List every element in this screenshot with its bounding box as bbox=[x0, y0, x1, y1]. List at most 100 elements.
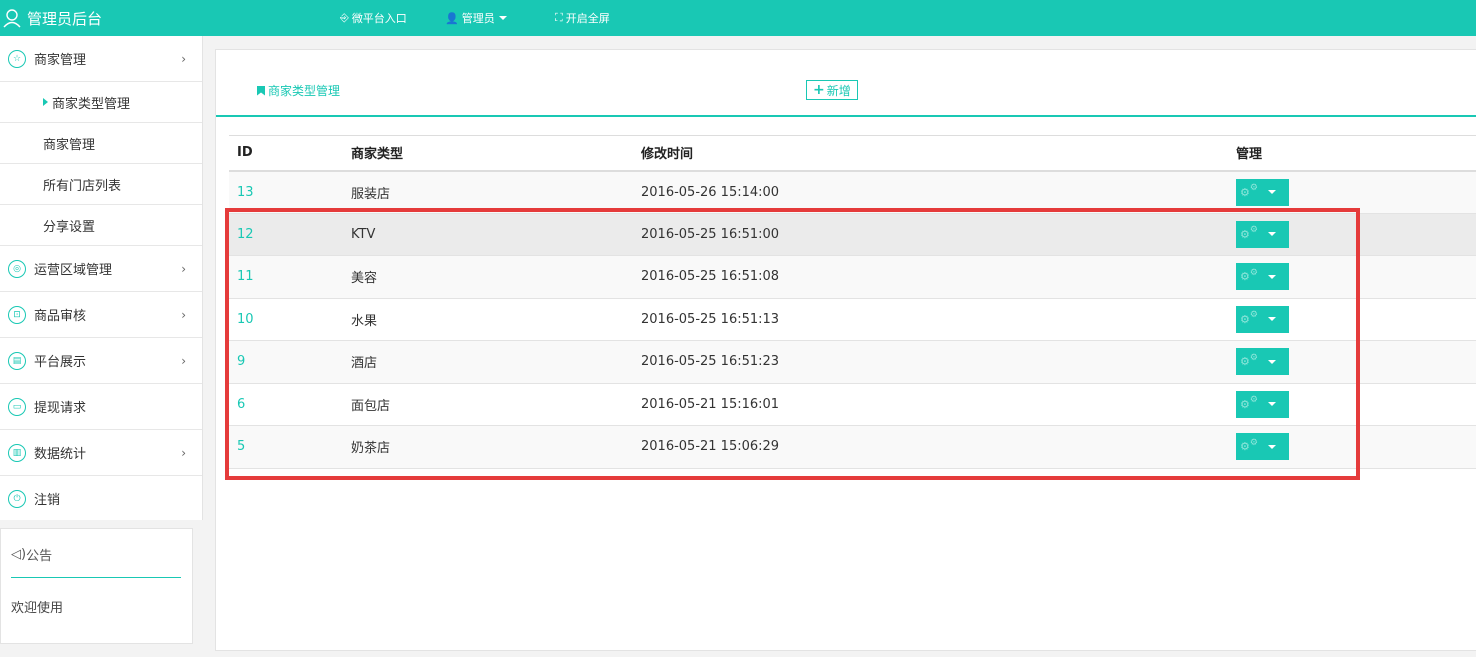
row-id[interactable]: 9 bbox=[229, 340, 343, 384]
sidebar-subitem-label: 分享设置 bbox=[43, 219, 96, 235]
sidebar-item-platform-display[interactable]: ▤ 平台展示 › bbox=[0, 338, 202, 384]
sidebar-subitem-merchants[interactable]: 商家管理 bbox=[0, 123, 202, 164]
row-manage-cell: ⚙ ⚙ bbox=[1228, 170, 1476, 214]
notice-title: 公告 bbox=[26, 549, 53, 564]
merchant-type-table: ID 商家类型 修改时间 管理 13 服装店 2016-05-26 15:14:00… bbox=[229, 135, 1476, 469]
platform-entry-link[interactable]: ⎆ 微平台入口 bbox=[340, 0, 407, 36]
notice-panel: ◁) 公告 欢迎使用 bbox=[0, 520, 203, 657]
sidebar-subitem-share-settings[interactable]: 分享设置 bbox=[0, 205, 202, 246]
sidebar-subitem-merchant-types[interactable]: 商家类型管理 bbox=[0, 82, 202, 123]
sidebar-subitem-label: 商家类型管理 bbox=[52, 96, 131, 112]
gear-icon: ⚙ bbox=[1240, 185, 1250, 199]
manage-dropdown-button[interactable]: ⚙ ⚙ bbox=[1236, 263, 1289, 291]
gear-icon: ⚙ bbox=[1240, 440, 1250, 454]
top-bar: 管理员后台 ⎆ 微平台入口 👤 管理员 ⛶ 开启全屏 bbox=[0, 0, 1476, 36]
sidebar: ☆ 商家管理 › 商家类型管理 商家管理 所有门店列表 分享设置 ◎ 运营区域管… bbox=[0, 36, 203, 657]
gear-small-icon: ⚙ bbox=[1249, 183, 1258, 193]
bookmark-icon bbox=[257, 85, 265, 96]
location-icon: ◎ bbox=[8, 259, 26, 278]
row-manage-cell: ⚙ ⚙ bbox=[1228, 340, 1476, 384]
add-button[interactable]: + 新增 bbox=[806, 80, 858, 100]
manage-dropdown-button[interactable]: ⚙ ⚙ bbox=[1236, 348, 1289, 376]
column-header-id[interactable]: ID bbox=[229, 135, 343, 172]
row-time: 2016-05-21 15:16:01 bbox=[633, 383, 1228, 426]
row-type: 奶茶店 bbox=[343, 425, 633, 469]
row-id[interactable]: 5 bbox=[229, 425, 343, 469]
sidebar-item-withdraw-requests[interactable]: ▭ 提现请求 bbox=[0, 384, 202, 430]
chevron-down-icon bbox=[498, 16, 507, 20]
notice-heading: ◁) 公告 bbox=[11, 545, 52, 564]
sidebar-item-label: 平台展示 bbox=[34, 355, 87, 370]
active-triangle-icon bbox=[43, 98, 48, 106]
row-id[interactable]: 12 bbox=[229, 213, 343, 256]
admin-user-icon: 👤 bbox=[445, 11, 459, 25]
gear-icon: ⚙ bbox=[1240, 227, 1250, 241]
column-header-type[interactable]: 商家类型 bbox=[343, 135, 633, 172]
gear-icon: ⚙ bbox=[1240, 270, 1250, 284]
gear-icon: ⚙ bbox=[1240, 397, 1250, 411]
column-header-manage: 管理 bbox=[1228, 135, 1476, 172]
plus-icon: + bbox=[813, 82, 825, 98]
tab-label: 商家类型管理 bbox=[268, 84, 341, 98]
sidebar-subitem-store-list[interactable]: 所有门店列表 bbox=[0, 164, 202, 205]
row-time: 2016-05-25 16:51:23 bbox=[633, 340, 1228, 384]
chevron-down-icon bbox=[1267, 359, 1276, 364]
chevron-down-icon bbox=[1267, 232, 1276, 237]
gear-small-icon: ⚙ bbox=[1249, 310, 1258, 321]
row-id[interactable]: 6 bbox=[229, 383, 343, 426]
manage-dropdown-button[interactable]: ⚙ ⚙ bbox=[1236, 433, 1289, 461]
chevron-down-icon bbox=[1267, 444, 1276, 449]
chevron-right-icon: › bbox=[181, 445, 186, 460]
sidebar-item-statistics[interactable]: ▥ 数据统计 › bbox=[0, 430, 202, 476]
table-row: 9 酒店 2016-05-25 16:51:23 ⚙ ⚙ bbox=[229, 340, 1476, 384]
sidebar-item-label: 运营区域管理 bbox=[34, 263, 113, 278]
sidebar-subitem-label: 商家管理 bbox=[43, 137, 96, 153]
fullscreen-toggle[interactable]: ⛶ 开启全屏 bbox=[555, 0, 610, 36]
speaker-icon: ◁) bbox=[11, 547, 27, 562]
gear-icon: ⚙ bbox=[1240, 312, 1250, 326]
gear-small-icon: ⚙ bbox=[1249, 225, 1258, 236]
table-row: 13 服装店 2016-05-26 15:14:00 ⚙ ⚙ bbox=[229, 170, 1476, 214]
row-id[interactable]: 13 bbox=[229, 170, 343, 214]
admin-menu[interactable]: 👤 管理员 bbox=[445, 0, 507, 36]
wallet-icon: ▭ bbox=[8, 397, 26, 416]
sidebar-item-region-management[interactable]: ◎ 运营区域管理 › bbox=[0, 246, 202, 292]
sidebar-item-label: 商品审核 bbox=[34, 309, 87, 324]
manage-dropdown-button[interactable]: ⚙ ⚙ bbox=[1236, 220, 1289, 248]
chevron-down-icon bbox=[1267, 402, 1276, 407]
row-id[interactable]: 10 bbox=[229, 298, 343, 341]
display-icon: ▤ bbox=[8, 351, 26, 370]
chevron-right-icon: › bbox=[181, 353, 186, 368]
row-type: 面包店 bbox=[343, 383, 633, 426]
row-id[interactable]: 11 bbox=[229, 255, 343, 299]
table-row: 6 面包店 2016-05-21 15:16:01 ⚙ ⚙ bbox=[229, 383, 1476, 426]
manage-dropdown-button[interactable]: ⚙ ⚙ bbox=[1236, 305, 1289, 333]
gear-small-icon: ⚙ bbox=[1249, 267, 1258, 278]
column-header-time[interactable]: 修改时间 bbox=[633, 135, 1228, 172]
notice-divider bbox=[11, 577, 181, 578]
sidebar-item-logout[interactable]: ⏻ 注销 bbox=[0, 476, 202, 522]
platform-entry-label: 微平台入口 bbox=[351, 12, 407, 25]
main-panel: 商家类型管理 + 新增 ID 商家类型 修改时间 管理 13 服装店 2016-05… bbox=[215, 49, 1476, 651]
manage-dropdown-button[interactable]: ⚙ ⚙ bbox=[1236, 178, 1289, 206]
sidebar-item-product-review[interactable]: ⊡ 商品审核 › bbox=[0, 292, 202, 338]
admin-menu-label: 管理员 bbox=[461, 12, 495, 25]
brand[interactable]: 管理员后台 bbox=[2, 6, 102, 30]
row-manage-cell: ⚙ ⚙ bbox=[1228, 255, 1476, 299]
table-row: 10 水果 2016-05-25 16:51:13 ⚙ ⚙ bbox=[229, 298, 1476, 341]
row-manage-cell: ⚙ ⚙ bbox=[1228, 213, 1476, 256]
manage-dropdown-button[interactable]: ⚙ ⚙ bbox=[1236, 390, 1289, 418]
tab-merchant-types[interactable]: 商家类型管理 bbox=[257, 82, 340, 99]
sidebar-item-merchant-management[interactable]: ☆ 商家管理 › bbox=[0, 36, 202, 82]
chevron-right-icon: › bbox=[181, 51, 186, 66]
row-manage-cell: ⚙ ⚙ bbox=[1228, 298, 1476, 341]
row-type: 酒店 bbox=[343, 340, 633, 384]
power-icon: ⏻ bbox=[8, 489, 26, 508]
tab-bar: 商家类型管理 + 新增 bbox=[216, 50, 1476, 117]
row-manage-cell: ⚙ ⚙ bbox=[1228, 383, 1476, 426]
table-row: 12 KTV 2016-05-25 16:51:00 ⚙ ⚙ bbox=[229, 213, 1476, 256]
fullscreen-icon: ⛶ bbox=[555, 11, 563, 24]
row-type: 服装店 bbox=[343, 170, 633, 214]
row-time: 2016-05-21 15:06:29 bbox=[633, 425, 1228, 469]
row-type: 水果 bbox=[343, 298, 633, 341]
